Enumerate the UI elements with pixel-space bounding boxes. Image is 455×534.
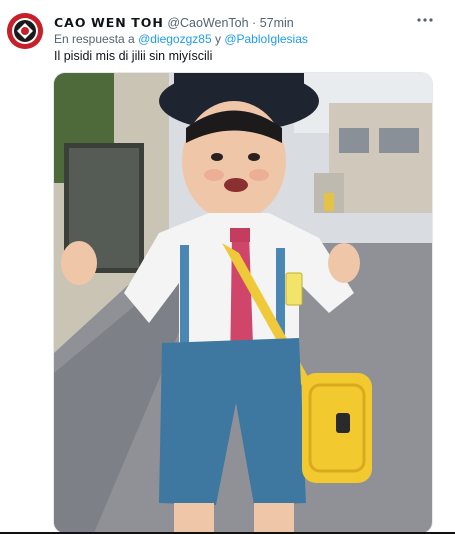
tweet-header: 𝗖𝗔𝗢 𝗪𝗘𝗡 𝗧𝗢𝗛 @CaoWenToh · 57min [54,15,294,30]
tweet-photo[interactable] [53,72,433,534]
child-photo-image [54,73,432,533]
reply-context: En respuesta a @diegozgz85 y @PabloIgles… [54,32,308,46]
tweet-text: Il pisidi mis di jilii sin miyíscili [54,49,213,63]
tweet-time[interactable]: 57min [260,16,294,30]
reply-user-link[interactable]: @PabloIglesias [224,32,308,46]
reply-user-link[interactable]: @diegozgz85 [138,32,212,46]
more-icon[interactable] [413,12,437,28]
reply-conjunction: y [211,32,225,46]
reply-prefix: En respuesta a [54,32,139,46]
more-dots-icon [417,18,433,22]
tweet: 𝗖𝗔𝗢 𝗪𝗘𝗡 𝗧𝗢𝗛 @CaoWenToh · 57min En respue… [0,0,455,534]
display-name[interactable]: 𝗖𝗔𝗢 𝗪𝗘𝗡 𝗧𝗢𝗛 [54,16,164,30]
user-handle[interactable]: @CaoWenToh [167,16,248,30]
avatar[interactable] [7,13,43,49]
avatar-emblem-icon [7,13,43,49]
separator-dot: · [252,16,257,30]
